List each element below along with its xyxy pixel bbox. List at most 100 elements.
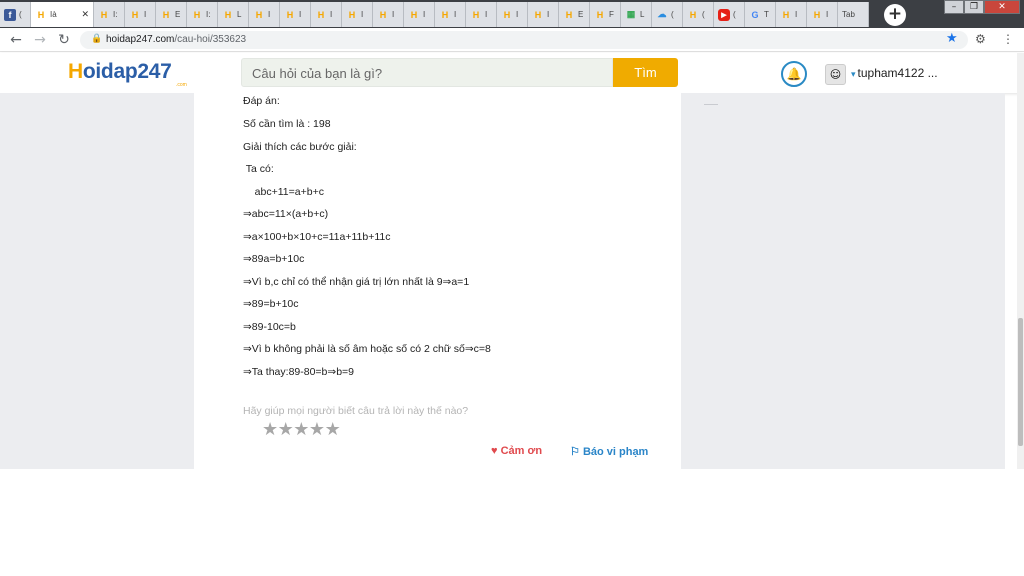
scrollbar-thumb[interactable] [1018, 318, 1023, 446]
minimize-button[interactable]: – [944, 0, 964, 14]
back-icon[interactable]: ← [8, 32, 24, 48]
browser-tab-strip: f(H Ià ✕ H I: H I H E H I: H L H I H I H I H I H I H I H I H I H I H I H E… [0, 0, 1024, 28]
tab-title: F [609, 10, 614, 19]
hoidap-icon: H [131, 9, 139, 20]
new-tab-button[interactable]: + [884, 4, 906, 26]
tab-title: I [268, 10, 271, 19]
tab[interactable]: f( [0, 2, 31, 27]
tab-title: I [330, 10, 333, 19]
reload-icon[interactable]: ↻ [56, 32, 72, 48]
tab[interactable]: H I: [94, 2, 125, 27]
tab[interactable]: ☁( [652, 2, 683, 27]
page-background-right [681, 93, 1005, 469]
hoidap-icon: H [782, 9, 790, 20]
tab-title: I [144, 10, 147, 19]
hoidap-icon: H [689, 9, 697, 20]
heart-icon: ♥ [491, 445, 498, 457]
star-icon[interactable]: ★ [278, 419, 294, 440]
tab[interactable]: HI [280, 2, 311, 27]
user-menu[interactable]: ▾ tupham4122 ... [851, 66, 938, 80]
tab[interactable]: HI [404, 2, 435, 27]
maximize-button[interactable]: ❐ [964, 0, 984, 14]
tab-title: I [516, 10, 519, 19]
answer-line: ⇒abc=11×(a+b+c) [243, 208, 329, 220]
report-button[interactable]: ⚐ Báo vi phạm [570, 445, 648, 458]
tab[interactable]: HE [156, 2, 187, 27]
tab[interactable]: Tab [838, 2, 869, 27]
site-logo[interactable]: Hoidap247 [68, 60, 172, 84]
answer-line: abc+11=a+b+c [243, 186, 324, 198]
tab-title: T [764, 10, 769, 19]
address-bar[interactable]: 🔒 hoidap247.com/cau-hoi/353623 [80, 31, 968, 49]
youtube-icon: ▶ [718, 8, 730, 21]
search-button[interactable]: Tìm [613, 58, 678, 87]
tab[interactable]: ▶( [714, 2, 745, 27]
tab[interactable]: HI [311, 2, 342, 27]
star-icon[interactable]: ★ [262, 419, 278, 440]
tab[interactable]: GT [745, 2, 776, 27]
tab[interactable]: HI [528, 2, 559, 27]
answer-line: ⇒Vì b không phải là số âm hoặc số có 2 c… [243, 343, 491, 355]
answer-line: ⇒Vì b,c chỉ có thể nhận giá trị lớn nhất… [243, 276, 470, 288]
tab[interactable]: ▦ L [621, 2, 652, 27]
thanks-label: Cảm ơn [500, 445, 543, 457]
answer-line: ⇒89=b+10c [243, 298, 299, 310]
star-icon[interactable]: ★ [325, 419, 341, 440]
tab[interactable]: HI [249, 2, 280, 27]
star-icon[interactable]: ★ [293, 419, 309, 440]
hoidap-icon: H [813, 9, 821, 20]
tab-title: I: [113, 10, 118, 19]
tab[interactable]: H( [683, 2, 714, 27]
url-text: hoidap247.com/cau-hoi/353623 [106, 34, 246, 45]
tab[interactable]: HI [342, 2, 373, 27]
tab-title: I [454, 10, 457, 19]
site-header: Hoidap247 .com Câu hỏi của bạn là gì? Tì… [0, 53, 1024, 93]
tab[interactable]: HI [466, 2, 497, 27]
tab-title: ( [702, 10, 705, 19]
logo-text: oidap247 [82, 60, 172, 83]
tab[interactable]: HF [590, 2, 621, 27]
tab[interactable]: HI [435, 2, 466, 27]
tab-title: Ià [50, 10, 57, 19]
star-icon[interactable]: ★ [309, 419, 325, 440]
tab[interactable]: HI [373, 2, 404, 27]
tab-title: Tab [842, 10, 855, 19]
tab-list: f(H Ià ✕ H I: H I H E H I: H L H I H I H I H I H I H I H I H I H I H I H E… [0, 2, 869, 28]
notification-bell-icon[interactable]: 🔔 [781, 61, 807, 87]
extension-icon[interactable]: ⚙ [975, 32, 986, 46]
thanks-button[interactable]: ♥ Cảm ơn [491, 445, 542, 457]
tab[interactable]: H I: [187, 2, 218, 27]
hoidap-icon: H [37, 9, 45, 20]
tab[interactable]: HI [776, 2, 807, 27]
tab-title: I [795, 10, 798, 19]
sheets-icon: ▦ [626, 9, 636, 19]
tab[interactable]: HE [559, 2, 590, 27]
tab[interactable]: H Ià ✕ [31, 2, 94, 27]
tab-title: ( [733, 10, 736, 19]
rating-stars[interactable]: ★★★★★ [262, 419, 341, 440]
hoidap-icon: H [534, 9, 542, 20]
tab-title: I [423, 10, 426, 19]
tab[interactable]: HI [807, 2, 838, 27]
hoidap-icon: H [193, 9, 201, 20]
tab-title: ( [19, 10, 22, 19]
hoidap-icon: H [162, 9, 170, 20]
forward-icon[interactable]: → [32, 32, 48, 48]
tab[interactable]: HI [125, 2, 156, 27]
hoidap-icon: H [255, 9, 263, 20]
close-window-button[interactable]: ✕ [984, 0, 1020, 14]
avatar[interactable]: ☺ [825, 64, 846, 85]
tab-title: I [299, 10, 302, 19]
search-input[interactable]: Câu hỏi của bạn là gì? [241, 58, 613, 87]
hoidap-icon: H [565, 9, 573, 20]
rating-question: Hãy giúp mọi người biết câu trả lời này … [243, 405, 469, 417]
hoidap-icon: H [472, 9, 480, 20]
bookmark-star-icon[interactable]: ★ [946, 31, 958, 46]
tab[interactable]: HL [218, 2, 249, 27]
tab[interactable]: HI [497, 2, 528, 27]
hoidap-icon: H [596, 9, 604, 20]
close-tab-icon[interactable]: ✕ [81, 10, 89, 20]
answer-line: Ta có: [243, 163, 274, 175]
tab-title: I [547, 10, 550, 19]
browser-menu-icon[interactable]: ⋮ [1002, 32, 1014, 46]
